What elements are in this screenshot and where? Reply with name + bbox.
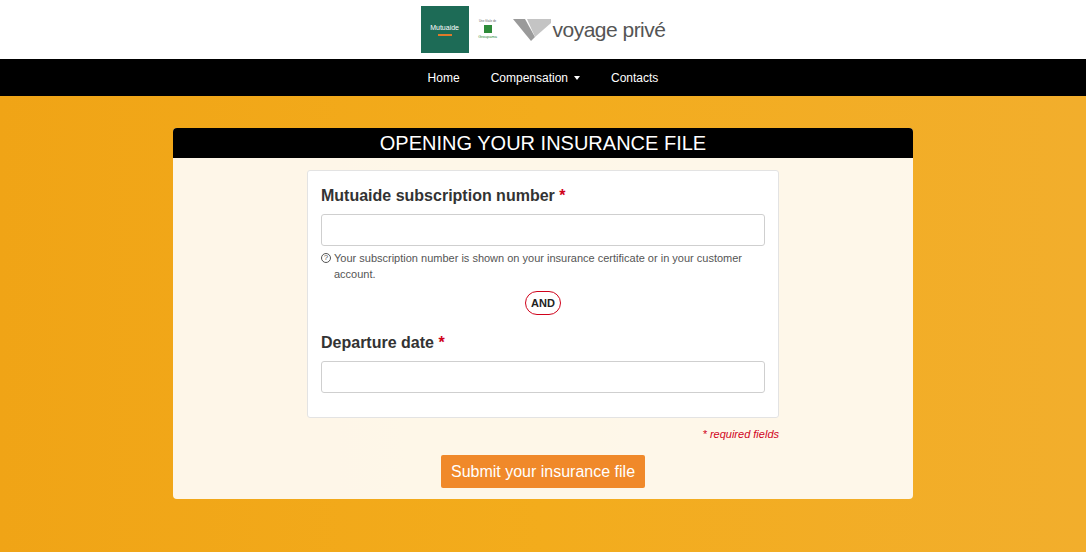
- nav-item[interactable]: Compensation: [491, 69, 580, 87]
- help-text: Your subscription number is shown on you…: [334, 250, 765, 282]
- required-note-row: * required fields: [307, 421, 779, 445]
- and-badge: AND: [525, 291, 561, 315]
- submit-button[interactable]: Submit your insurance file: [441, 455, 645, 488]
- voyage-prive-logo[interactable]: voyage privé: [513, 14, 666, 46]
- groupama-icon: [484, 25, 492, 33]
- required-mark: *: [559, 187, 565, 204]
- subscription-number-input[interactable]: [321, 214, 765, 246]
- brand-text: voyage privé: [553, 14, 666, 46]
- required-note: * required fields: [703, 428, 779, 440]
- logo-accent: [438, 34, 452, 36]
- nav-label: Home: [428, 69, 460, 87]
- header: Mutuaide Une filiale de Groupama voyage pri…: [0, 0, 1086, 59]
- help-text-row: ?Your subscription number is shown on yo…: [321, 250, 765, 282]
- label-text: Departure date: [321, 334, 434, 351]
- help-icon: ?: [321, 253, 331, 263]
- form-card: OPENING YOUR INSURANCE FILE Mutuaide subs…: [173, 128, 913, 499]
- nav-bar: Home Compensation Contacts: [0, 59, 1086, 96]
- required-mark: *: [438, 334, 444, 351]
- form-box: Mutuaide subscription number *?Your subs…: [307, 170, 779, 418]
- form-title: OPENING YOUR INSURANCE FILE: [380, 133, 706, 153]
- nav-item[interactable]: Contacts: [611, 69, 658, 87]
- submit-row: Submit your insurance file: [173, 455, 913, 488]
- field-label: Departure date *: [321, 332, 765, 354]
- separator-row: AND: [321, 291, 765, 315]
- mutuaide-logo[interactable]: Mutuaide: [421, 6, 469, 53]
- nav-item[interactable]: Home: [428, 69, 460, 87]
- nav-label: Contacts: [611, 69, 658, 87]
- groupama-logo[interactable]: Une filiale de Groupama: [473, 6, 503, 53]
- caret-icon: [574, 76, 580, 80]
- v-mark-icon: [513, 19, 551, 41]
- background-photo: OPENING YOUR INSURANCE FILE Mutuaide subs…: [0, 96, 1086, 552]
- mutuaide-logo-text: Mutuaide: [430, 24, 459, 31]
- field-label: Mutuaide subscription number *: [321, 185, 765, 207]
- spacer: [321, 324, 765, 332]
- nav-label: Compensation: [491, 69, 568, 87]
- departure-date-input[interactable]: [321, 361, 765, 393]
- form-title-bar: OPENING YOUR INSURANCE FILE: [173, 128, 913, 158]
- label-text: Mutuaide subscription number: [321, 187, 555, 204]
- groupama-caption: Une filiale de: [479, 20, 496, 23]
- groupama-text: Groupama: [478, 35, 497, 39]
